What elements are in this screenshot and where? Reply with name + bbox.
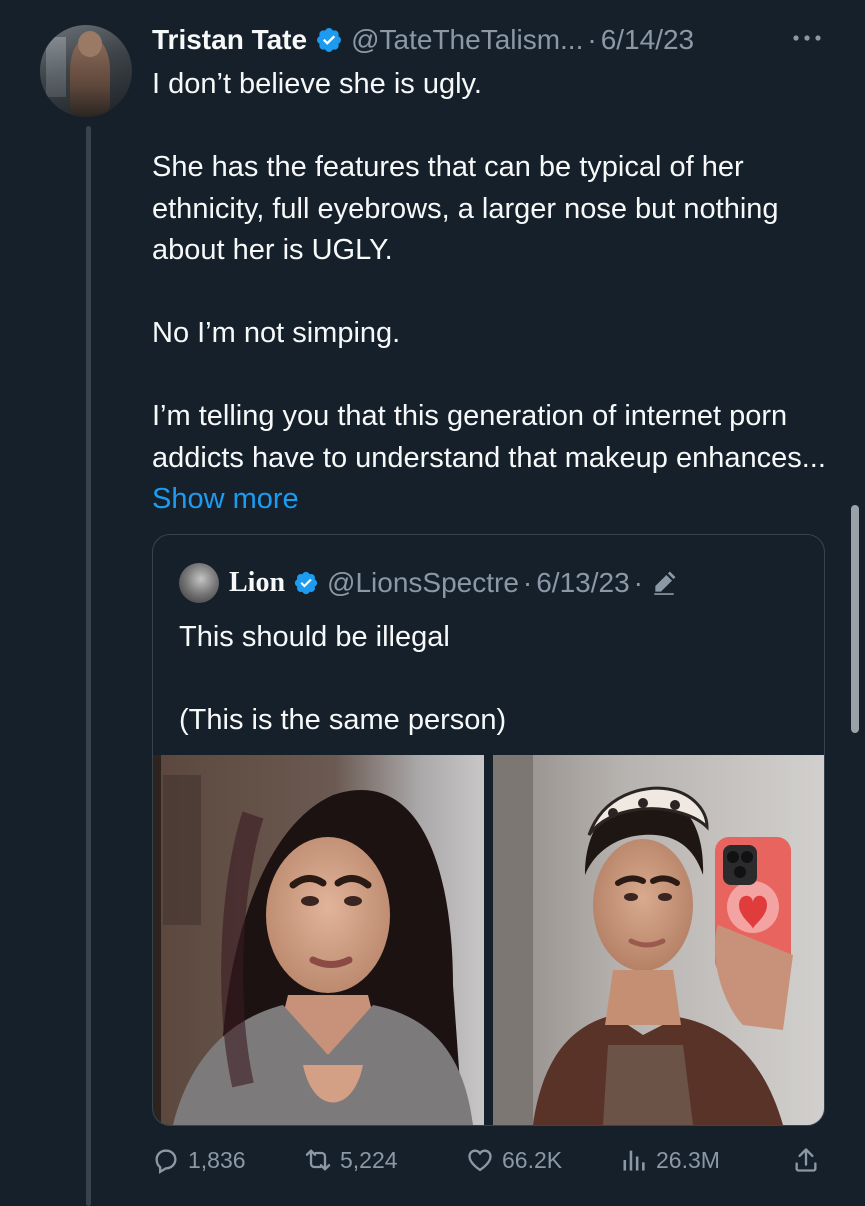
thread-connector-line bbox=[86, 126, 91, 1206]
views-button[interactable]: 26.3M bbox=[620, 1140, 720, 1180]
edited-pencil-icon[interactable] bbox=[651, 570, 677, 596]
quoted-tweet[interactable]: Lion @LionsSpectre · 6/13/23 · This shou… bbox=[152, 534, 825, 1126]
verified-badge-icon bbox=[317, 28, 342, 52]
quoted-author-handle: @LionsSpectre bbox=[327, 567, 519, 598]
tweet-paragraph: I’m telling you that this generation of … bbox=[152, 396, 832, 521]
media-photo-left[interactable] bbox=[153, 755, 484, 1125]
heart-icon bbox=[468, 1149, 492, 1172]
retweet-count: 5,224 bbox=[340, 1146, 398, 1173]
photo-without-makeup bbox=[493, 755, 824, 1125]
tweet-paragraph-text: I’m telling you that this generation of … bbox=[152, 400, 826, 474]
author-handle[interactable]: @TateTheTalism... bbox=[351, 24, 583, 56]
tweet-paragraph: No I’m not simping. bbox=[152, 317, 401, 349]
media-photo-right[interactable] bbox=[493, 755, 824, 1125]
author-name[interactable]: Tristan Tate bbox=[152, 24, 307, 56]
quoted-header-separator: · bbox=[522, 567, 533, 598]
more-horizontal-icon[interactable] bbox=[790, 28, 824, 48]
reply-count: 1,836 bbox=[188, 1146, 246, 1173]
like-button[interactable]: 66.2K bbox=[466, 1140, 562, 1180]
tweet-date[interactable]: 6/14/23 bbox=[601, 24, 694, 56]
retweet-icon bbox=[305, 1149, 331, 1171]
reply-button[interactable]: 1,836 bbox=[152, 1140, 246, 1180]
tweet-action-bar: 1,836 5,224 66.2K 26.3M bbox=[152, 1140, 832, 1180]
tweet-text: I don’t believe she is ugly. She has the… bbox=[152, 64, 832, 521]
tweet-header: Tristan Tate @TateTheTalism... · 6/14/23 bbox=[152, 20, 694, 60]
verified-badge-icon bbox=[294, 571, 318, 595]
share-icon bbox=[795, 1148, 817, 1172]
author-avatar[interactable] bbox=[40, 25, 132, 117]
header-separator: · bbox=[587, 24, 597, 55]
quoted-tweet-date: 6/13/23 bbox=[536, 567, 630, 598]
like-count: 66.2K bbox=[502, 1146, 563, 1173]
tweet-paragraph: She has the features that can be typical… bbox=[152, 151, 779, 266]
quoted-media-grid bbox=[153, 755, 824, 1125]
quoted-tweet-header: Lion @LionsSpectre · 6/13/23 · bbox=[179, 563, 677, 603]
quoted-header-separator: · bbox=[633, 567, 643, 598]
photo-with-makeup bbox=[153, 755, 484, 1125]
show-more-link[interactable]: Show more bbox=[152, 483, 299, 515]
quoted-paragraph: This should be illegal bbox=[179, 621, 450, 653]
views-count: 26.3M bbox=[656, 1146, 720, 1173]
quoted-author-name: Lion bbox=[229, 567, 286, 598]
scrollbar[interactable] bbox=[851, 0, 859, 1200]
quoted-author-avatar[interactable] bbox=[179, 563, 219, 603]
share-button[interactable] bbox=[792, 1140, 828, 1180]
quoted-tweet-text: This should be illegal (This is the same… bbox=[179, 617, 799, 742]
quoted-paragraph: (This is the same person) bbox=[179, 704, 507, 736]
reply-icon bbox=[155, 1149, 177, 1174]
tweet-paragraph: I don’t believe she is ugly. bbox=[152, 68, 482, 100]
scrollbar-thumb[interactable] bbox=[851, 505, 859, 733]
retweet-button[interactable]: 5,224 bbox=[304, 1140, 398, 1180]
views-bar-chart-icon bbox=[623, 1150, 645, 1171]
